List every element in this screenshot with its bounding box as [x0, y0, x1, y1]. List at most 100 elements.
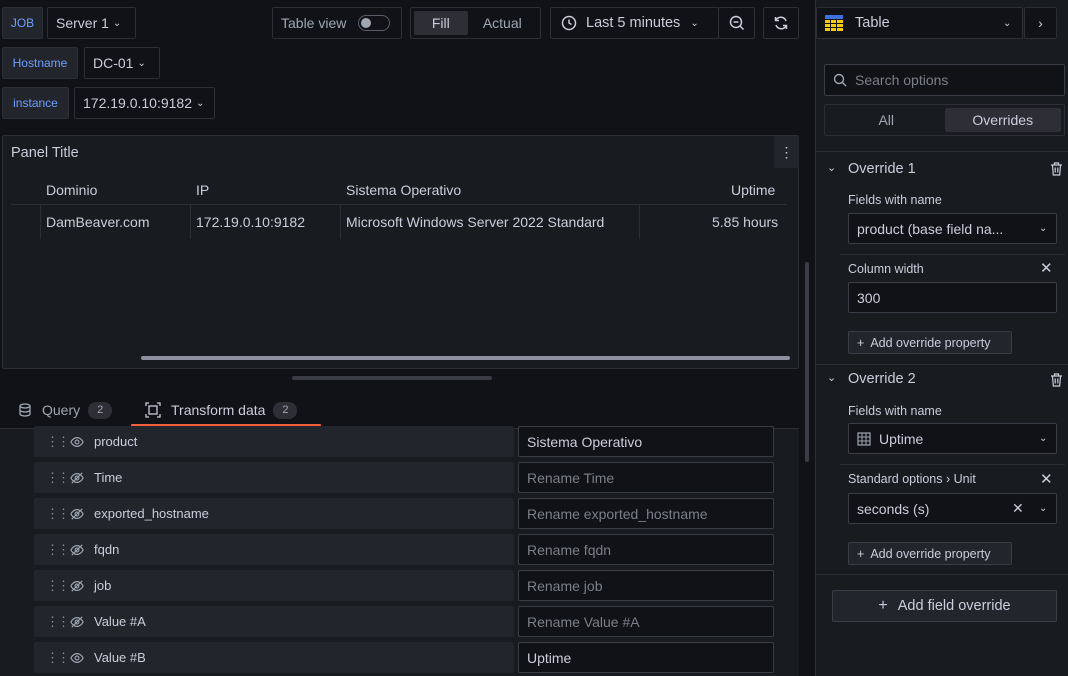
table-view-toggle[interactable]: Table view	[272, 7, 402, 39]
eye-slash-icon[interactable]	[70, 471, 86, 485]
column-header-os[interactable]: Sistema Operativo	[346, 182, 461, 198]
drag-handle-icon[interactable]: ⋮⋮	[46, 650, 70, 666]
fill-actual-group: Fill Actual	[410, 7, 541, 39]
rename-field-input[interactable]: Rename Time	[518, 462, 774, 493]
rename-field-input[interactable]: Uptime	[518, 642, 774, 673]
field-row: ⋮⋮ Value #B	[34, 642, 514, 673]
refresh-icon	[773, 15, 789, 31]
panel-menu-button[interactable]: ⋮	[774, 136, 799, 168]
unit-select[interactable]: seconds (s) ✕ ⌄	[848, 493, 1057, 524]
search-icon	[833, 73, 847, 87]
divider	[816, 574, 1068, 575]
eye-slash-icon[interactable]	[70, 615, 86, 629]
add-override-property-button[interactable]: + Add override property	[848, 542, 1012, 565]
search-options-input[interactable]: Search options	[824, 64, 1065, 96]
override-1-matcher-select[interactable]: product (base field na... ⌄	[848, 213, 1057, 244]
field-name: job	[94, 578, 112, 593]
chevron-down-icon: ⌄	[1039, 503, 1048, 514]
divider	[816, 364, 1068, 365]
rename-field-input[interactable]: Rename job	[518, 570, 774, 601]
add-field-override-label: Add field override	[897, 598, 1011, 614]
job-variable-value: Server 1	[56, 15, 109, 31]
chevron-right-icon: ›	[946, 472, 951, 486]
hostname-variable-select[interactable]: DC-01 ⌄	[84, 47, 160, 79]
column-header-uptime[interactable]: Uptime	[731, 182, 775, 198]
pane-resize-handle[interactable]	[292, 376, 492, 380]
query-count-badge: 2	[88, 401, 113, 419]
hostname-variable-label: Hostname	[2, 47, 78, 79]
job-variable-label: JOB	[2, 7, 43, 39]
tab-query[interactable]: Query 2	[18, 400, 113, 420]
drag-handle-icon[interactable]: ⋮⋮	[46, 542, 70, 558]
table-cell: Microsoft Windows Server 2022 Standard	[346, 214, 605, 230]
unit-value: seconds (s)	[857, 500, 930, 517]
rename-field-input[interactable]: Sistema Operativo	[518, 426, 774, 457]
drag-handle-icon[interactable]: ⋮⋮	[46, 434, 70, 450]
rename-value: Uptime	[527, 649, 572, 666]
drag-handle-icon[interactable]: ⋮⋮	[46, 578, 70, 594]
matcher-label: Fields with name	[848, 193, 942, 207]
time-range-picker[interactable]: Last 5 minutes ⌄	[550, 7, 719, 39]
tab-transform-label: Transform data	[171, 402, 266, 418]
rename-placeholder: Rename Value #A	[527, 613, 640, 630]
drag-handle-icon[interactable]: ⋮⋮	[46, 506, 70, 522]
tab-all[interactable]: All	[828, 108, 945, 132]
fill-button[interactable]: Fill	[414, 11, 468, 35]
field-row: ⋮⋮ job	[34, 570, 514, 601]
rename-field-input[interactable]: Rename fqdn	[518, 534, 774, 565]
rename-field-input[interactable]: Rename exported_hostname	[518, 498, 774, 529]
trash-icon[interactable]	[1050, 373, 1063, 387]
eye-icon[interactable]	[70, 435, 86, 449]
table-icon	[825, 15, 843, 31]
visualization-picker[interactable]: Table ⌄	[816, 7, 1023, 39]
time-range-value: Last 5 minutes	[586, 15, 681, 31]
chevron-down-icon[interactable]: ⌄	[827, 161, 836, 174]
zoom-out-button[interactable]	[718, 7, 755, 39]
cell-divider	[639, 205, 640, 239]
vertical-scrollbar[interactable]	[805, 262, 809, 462]
close-icon[interactable]: ✕	[1040, 259, 1053, 277]
search-placeholder: Search options	[855, 72, 949, 88]
drag-handle-icon[interactable]: ⋮⋮	[46, 470, 70, 486]
tab-overrides[interactable]: Overrides	[944, 108, 1061, 132]
eye-slash-icon[interactable]	[70, 543, 86, 557]
override-2-title[interactable]: Override 2	[848, 371, 916, 387]
eye-slash-icon[interactable]	[70, 579, 86, 593]
override-1-title[interactable]: Override 1	[848, 161, 916, 177]
tab-transform-data[interactable]: Transform data 2	[145, 400, 298, 420]
column-width-input[interactable]: 300	[848, 282, 1057, 313]
rename-placeholder: Rename fqdn	[527, 541, 612, 558]
add-field-override-button[interactable]: + Add field override	[832, 590, 1057, 622]
column-header-ip[interactable]: IP	[196, 182, 209, 198]
transform-count-badge: 2	[273, 401, 298, 419]
eye-slash-icon[interactable]	[70, 507, 86, 521]
override-2-matcher-select[interactable]: Uptime ⌄	[848, 423, 1057, 454]
toggle-switch[interactable]	[358, 15, 391, 31]
table-cell: 5.85 hours	[712, 214, 779, 230]
instance-variable-select[interactable]: 172.19.0.10:9182 ⌄	[74, 87, 215, 119]
field-row: ⋮⋮ Value #A	[34, 606, 514, 637]
column-header-dominio[interactable]: Dominio	[46, 182, 97, 198]
close-icon[interactable]: ✕	[1040, 470, 1053, 488]
add-override-property-button[interactable]: + Add override property	[848, 331, 1012, 354]
eye-icon[interactable]	[70, 651, 86, 665]
drag-handle-icon[interactable]: ⋮⋮	[46, 614, 70, 630]
clear-icon[interactable]: ✕	[1012, 500, 1024, 517]
instance-variable-label: instance	[2, 87, 69, 119]
options-tabs: All Overrides	[824, 104, 1065, 136]
horizontal-scrollbar[interactable]	[141, 356, 790, 360]
collapse-options-button[interactable]: ›	[1024, 7, 1057, 39]
options-sidebar: Table ⌄ › Search options All Overrides ⌄…	[815, 0, 1068, 676]
actual-button[interactable]: Actual	[468, 11, 537, 35]
chevron-down-icon: ⌄	[137, 57, 146, 69]
table-panel: Panel Title ⋮ Dominio IP Sistema Operati…	[2, 135, 799, 369]
refresh-button[interactable]	[763, 7, 799, 39]
rename-field-input[interactable]: Rename Value #A	[518, 606, 774, 637]
chevron-right-icon: ›	[1038, 15, 1043, 31]
trash-icon[interactable]	[1050, 162, 1063, 176]
field-row: ⋮⋮ Time	[34, 462, 514, 493]
job-variable-select[interactable]: Server 1 ⌄	[47, 7, 136, 39]
chevron-down-icon[interactable]: ⌄	[827, 371, 836, 384]
table-cell: DamBeaver.com	[46, 214, 150, 230]
table-view-label: Table view	[281, 15, 347, 31]
